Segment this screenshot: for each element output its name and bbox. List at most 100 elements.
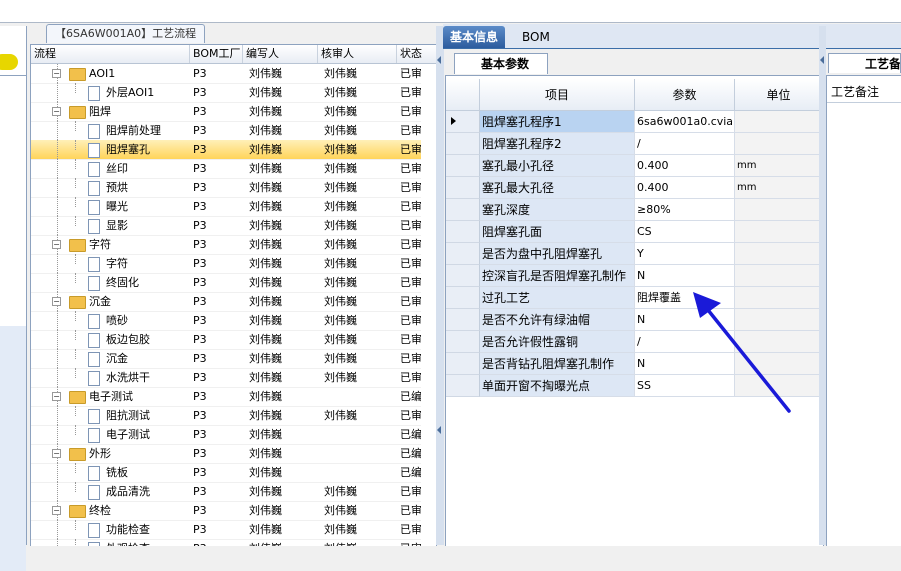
collapse-toggle-icon[interactable]: − (52, 69, 61, 78)
col-header-reviewer[interactable]: 核审人 (318, 45, 397, 63)
collapse-arrow-icon[interactable] (437, 426, 441, 434)
param-row[interactable]: 阻焊塞孔程序1 6sa6w001a0.cvia (446, 111, 823, 133)
param-value[interactable]: N (635, 265, 735, 287)
col-header-process[interactable]: 流程 (31, 45, 190, 63)
param-value[interactable]: SS (635, 375, 735, 397)
collapse-toggle-icon[interactable]: − (52, 392, 61, 401)
param-row[interactable]: 塞孔深度 ≥80% (446, 199, 823, 221)
row-indicator[interactable] (446, 375, 480, 397)
tree-row[interactable]: 功能检查 P3 刘伟巍 刘伟巍 已审 (31, 520, 421, 540)
grid-header-unit[interactable]: 单位 (735, 79, 823, 111)
collapse-toggle-icon[interactable]: − (52, 506, 61, 515)
tree-row[interactable]: 阻焊塞孔 P3 刘伟巍 刘伟巍 已审 (31, 140, 421, 160)
tree-node-name: 终固化 (106, 276, 139, 289)
param-value[interactable]: 6sa6w001a0.cvia (635, 111, 735, 133)
tree-cell-status: 已审 (400, 181, 421, 194)
param-row[interactable]: 控深盲孔是否阻焊塞孔制作 N (446, 265, 823, 287)
param-value[interactable]: CS (635, 221, 735, 243)
param-value[interactable]: 0.400 (635, 177, 735, 199)
param-row[interactable]: 是否允许假性露铜 / (446, 331, 823, 353)
row-indicator[interactable] (446, 265, 480, 287)
row-indicator[interactable] (446, 243, 480, 265)
collapse-toggle-icon[interactable]: − (52, 240, 61, 249)
tree-row[interactable]: 曝光 P3 刘伟巍 刘伟巍 已审 (31, 197, 421, 217)
grid-header-item[interactable]: 项目 (480, 79, 635, 111)
tree-row[interactable]: − 沉金 P3 刘伟巍 刘伟巍 已审 (31, 292, 421, 312)
tree-row[interactable]: 成品清洗 P3 刘伟巍 刘伟巍 已审 (31, 482, 421, 502)
param-row[interactable]: 塞孔最小孔径 0.400 mm (446, 155, 823, 177)
param-row[interactable]: 塞孔最大孔径 0.400 mm (446, 177, 823, 199)
param-value[interactable]: ≥80% (635, 199, 735, 221)
tree-row[interactable]: − 外形 P3 刘伟巍 已编 (31, 444, 421, 464)
row-indicator[interactable] (446, 111, 480, 133)
row-indicator[interactable] (446, 199, 480, 221)
collapse-toggle-icon[interactable]: − (52, 107, 61, 116)
param-value[interactable]: N (635, 353, 735, 375)
tab-basic-params[interactable]: 基本参数 (454, 53, 549, 74)
tree-row[interactable]: 沉金 P3 刘伟巍 刘伟巍 已审 (31, 349, 421, 369)
col-header-bom-plant[interactable]: BOM工厂 (190, 45, 243, 63)
collapse-toggle-icon[interactable]: − (52, 449, 61, 458)
collapse-toggle-icon[interactable]: − (52, 297, 61, 306)
tab-basic-info[interactable]: 基本信息 (443, 26, 506, 48)
param-row[interactable]: 是否背钻孔阻焊塞孔制作 N (446, 353, 823, 375)
tree-row[interactable]: 显影 P3 刘伟巍 刘伟巍 已审 (31, 216, 421, 236)
tree-row[interactable]: 喷砂 P3 刘伟巍 刘伟巍 已审 (31, 311, 421, 331)
row-indicator[interactable] (446, 221, 480, 243)
tree-cell-reviewer: 刘伟巍 (324, 124, 357, 137)
param-value[interactable]: / (635, 133, 735, 155)
tree-row[interactable]: 阻抗测试 P3 刘伟巍 刘伟巍 已审 (31, 406, 421, 426)
row-indicator[interactable] (446, 309, 480, 331)
param-row[interactable]: 过孔工艺 阻焊覆盖 (446, 287, 823, 309)
document-icon (88, 276, 100, 291)
collapse-arrow-icon[interactable] (820, 56, 824, 64)
tree-cell-reviewer: 刘伟巍 (324, 105, 357, 118)
row-indicator[interactable] (446, 177, 480, 199)
param-value[interactable]: / (635, 331, 735, 353)
grid-header-param[interactable]: 参数 (635, 79, 735, 111)
row-indicator[interactable] (446, 133, 480, 155)
tree-row[interactable]: 预烘 P3 刘伟巍 刘伟巍 已审 (31, 178, 421, 198)
grid-corner (446, 79, 480, 111)
tree-row[interactable]: − 阻焊 P3 刘伟巍 刘伟巍 已审 (31, 102, 421, 122)
tree-row[interactable]: − 终检 P3 刘伟巍 刘伟巍 已审 (31, 501, 421, 521)
tree-row[interactable]: − 字符 P3 刘伟巍 刘伟巍 已审 (31, 235, 421, 255)
collapse-arrow-icon[interactable] (437, 56, 441, 64)
row-indicator[interactable] (446, 155, 480, 177)
tree-panel-tab[interactable]: 【6SA6W001A0】工艺流程 (46, 24, 206, 43)
tree-row[interactable]: − AOI1 P3 刘伟巍 刘伟巍 已审 (31, 64, 421, 84)
param-row[interactable]: 是否不允许有绿油帽 N (446, 309, 823, 331)
tree-row[interactable]: 铣板 P3 刘伟巍 已编 (31, 463, 421, 483)
param-value[interactable]: Y (635, 243, 735, 265)
param-value[interactable]: 0.400 (635, 155, 735, 177)
tree-node-name: 电子测试 (106, 428, 150, 441)
row-indicator[interactable] (446, 331, 480, 353)
tree-row[interactable]: 板边包胶 P3 刘伟巍 刘伟巍 已审 (31, 330, 421, 350)
tree-row[interactable]: 字符 P3 刘伟巍 刘伟巍 已审 (31, 254, 421, 274)
left-nav-panel (0, 26, 27, 571)
tree-row[interactable]: 水洗烘干 P3 刘伟巍 刘伟巍 已审 (31, 368, 421, 388)
param-value[interactable]: 阻焊覆盖 (635, 287, 735, 309)
tree-row[interactable]: 终固化 P3 刘伟巍 刘伟巍 已审 (31, 273, 421, 293)
folder-icon (69, 505, 86, 518)
tree-row[interactable]: 外层AOI1 P3 刘伟巍 刘伟巍 已审 (31, 83, 421, 103)
param-value[interactable]: N (635, 309, 735, 331)
tree-cell-status: 已审 (400, 314, 421, 327)
tree-row[interactable]: 丝印 P3 刘伟巍 刘伟巍 已审 (31, 159, 421, 179)
row-indicator[interactable] (446, 287, 480, 309)
col-header-status[interactable]: 状态 (397, 45, 436, 63)
tree-node-name: 功能检查 (106, 523, 150, 536)
tree-row[interactable]: 阻焊前处理 P3 刘伟巍 刘伟巍 已审 (31, 121, 421, 141)
param-row[interactable]: 是否为盘中孔阻焊塞孔 Y (446, 243, 823, 265)
tree-row[interactable]: 电子测试 P3 刘伟巍 已编 (31, 425, 421, 445)
tab-process-remarks[interactable]: 工艺备注 (828, 53, 901, 73)
tree-row[interactable]: − 电子测试 P3 刘伟巍 已编 (31, 387, 421, 407)
row-indicator[interactable] (446, 353, 480, 375)
splitter-middle[interactable] (436, 26, 444, 545)
param-row[interactable]: 单面开窗不掏曝光点 SS (446, 375, 823, 397)
splitter-right[interactable] (819, 26, 826, 545)
tab-bom[interactable]: BOM (515, 26, 557, 48)
param-row[interactable]: 阻焊塞孔程序2/ (446, 133, 823, 155)
param-row[interactable]: 阻焊塞孔面 CS (446, 221, 823, 243)
col-header-writer[interactable]: 编写人 (243, 45, 318, 63)
